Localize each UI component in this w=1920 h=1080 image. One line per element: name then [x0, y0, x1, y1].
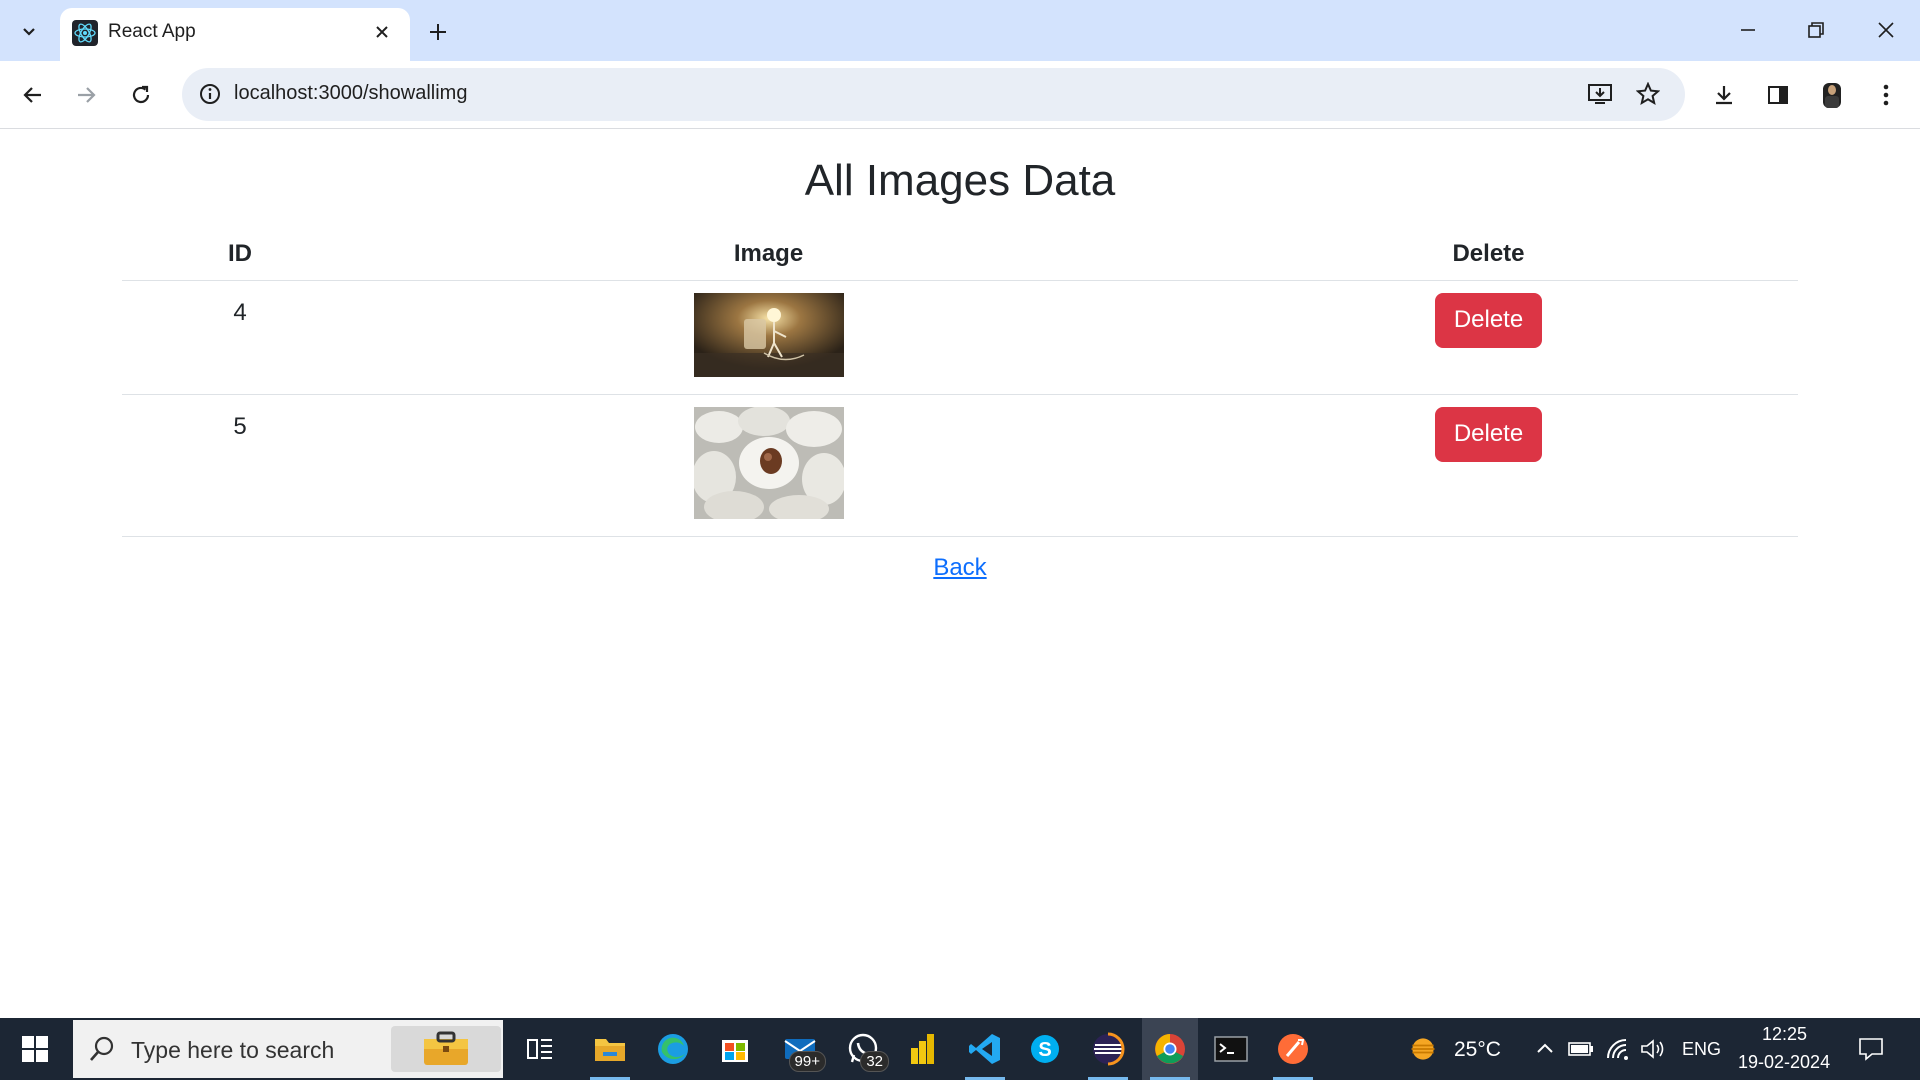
browser-toolbar: localhost:3000/showallimg: [0, 61, 1920, 129]
tab-search-chevron-icon[interactable]: [9, 11, 49, 51]
minimize-icon[interactable]: [1720, 8, 1776, 52]
delete-button[interactable]: Delete: [1434, 406, 1543, 462]
notifications-icon[interactable]: [1856, 1034, 1886, 1064]
battery-icon[interactable]: [1566, 1034, 1596, 1064]
column-header-image: Image: [358, 228, 1179, 281]
back-link-container: Back: [0, 554, 1920, 582]
table-row: 4 Delete: [122, 280, 1798, 395]
file-explorer-icon[interactable]: [582, 1018, 638, 1080]
terminal-icon[interactable]: [1203, 1018, 1259, 1080]
language-indicator[interactable]: ENG: [1682, 1039, 1721, 1060]
column-header-delete: Delete: [1179, 228, 1798, 281]
search-placeholder: Type here to search: [131, 1037, 335, 1063]
close-window-icon[interactable]: [1858, 8, 1914, 52]
show-hidden-icons-chevron-icon[interactable]: [1530, 1034, 1560, 1064]
mail-badge: 99+: [788, 1051, 826, 1072]
chrome-icon[interactable]: [1142, 1018, 1198, 1080]
postman-icon[interactable]: [1265, 1018, 1321, 1080]
bookmark-star-icon[interactable]: [1630, 76, 1666, 112]
microsoft-store-icon[interactable]: [707, 1018, 763, 1080]
task-view-icon[interactable]: [512, 1018, 568, 1080]
back-arrow-icon[interactable]: [11, 73, 55, 117]
row-delete-cell: Delete: [1179, 280, 1798, 395]
search-icon: [87, 1034, 117, 1064]
delete-button[interactable]: Delete: [1434, 292, 1543, 348]
table-row: 5 Delete: [122, 394, 1798, 537]
column-header-id: ID: [122, 228, 358, 281]
wifi-icon[interactable]: [1604, 1034, 1634, 1064]
windows-start-icon[interactable]: [0, 1018, 70, 1080]
row-delete-cell: Delete: [1179, 394, 1798, 537]
whatsapp-icon[interactable]: 32: [835, 1018, 891, 1080]
clock-time[interactable]: 12:25: [1762, 1024, 1807, 1045]
profile-avatar-icon[interactable]: [1810, 73, 1854, 117]
images-table: ID Image Delete 4 Delete 5 Delete: [122, 228, 1798, 537]
row-id-cell: 4: [122, 280, 358, 395]
edge-browser-icon[interactable]: [645, 1018, 701, 1080]
weather-temperature[interactable]: 25°C: [1454, 1038, 1501, 1062]
forward-arrow-icon[interactable]: [64, 73, 108, 117]
whatsapp-badge: 32: [860, 1051, 889, 1072]
address-bar[interactable]: localhost:3000/showallimg: [182, 68, 1685, 121]
site-info-icon[interactable]: [192, 76, 228, 112]
row-image-cell: [358, 280, 1179, 395]
react-logo-icon: [72, 20, 98, 46]
page-content: All Images Data ID Image Delete 4 Delete…: [0, 130, 1920, 1018]
briefcase-promo-icon[interactable]: [391, 1026, 501, 1072]
install-app-icon[interactable]: [1582, 76, 1618, 112]
table-header-row: ID Image Delete: [122, 228, 1798, 281]
silk-cocoons-photo-thumbnail: [693, 406, 844, 526]
skype-icon[interactable]: S: [1017, 1018, 1073, 1080]
tab-close-icon[interactable]: [368, 18, 396, 46]
more-menu-icon[interactable]: [1864, 73, 1908, 117]
volume-icon[interactable]: [1638, 1034, 1668, 1064]
downloads-icon[interactable]: [1702, 73, 1746, 117]
windows-taskbar: Type here to search 99+ 32 S 25°C ENG 12…: [0, 1018, 1920, 1080]
tab-title: React App: [108, 21, 196, 42]
svg-text:S: S: [1038, 1039, 1051, 1061]
page-title: All Images Data: [804, 156, 1116, 205]
taskbar-search-box[interactable]: Type here to search: [73, 1020, 503, 1078]
row-id-cell: 5: [122, 394, 358, 537]
url-text[interactable]: localhost:3000/showallimg: [234, 82, 467, 105]
eclipse-ide-icon[interactable]: [1080, 1018, 1136, 1080]
row-image-cell: [358, 394, 1179, 537]
active-tab[interactable]: React App: [60, 8, 410, 61]
clock-date[interactable]: 19-02-2024: [1738, 1052, 1830, 1073]
browser-tab-strip: React App: [0, 0, 1920, 61]
weather-sun-icon[interactable]: [1408, 1034, 1438, 1064]
side-panel-icon[interactable]: [1756, 73, 1800, 117]
lightbulb-photo-thumbnail: [693, 292, 844, 384]
mail-icon[interactable]: 99+: [772, 1018, 828, 1080]
back-link[interactable]: Back: [933, 554, 986, 581]
vscode-icon[interactable]: [957, 1018, 1013, 1080]
restore-icon[interactable]: [1788, 8, 1844, 52]
new-tab-plus-icon[interactable]: [420, 14, 456, 50]
power-bi-icon[interactable]: [895, 1018, 951, 1080]
reload-icon[interactable]: [119, 73, 163, 117]
